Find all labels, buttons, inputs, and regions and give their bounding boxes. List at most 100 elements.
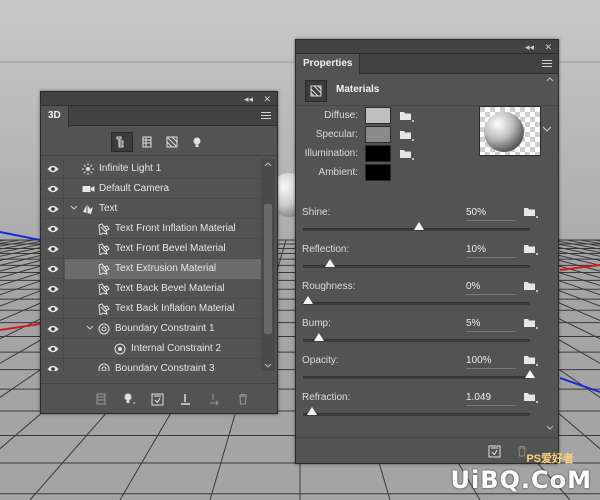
tab-3d[interactable]: 3D bbox=[41, 106, 69, 127]
visibility-eye-icon[interactable] bbox=[43, 319, 64, 339]
materials-header: Materials bbox=[296, 74, 558, 106]
slider-value-field[interactable]: 5% bbox=[466, 317, 516, 331]
watermark-caption: PS爱好者 bbox=[526, 453, 574, 465]
material-slider: Reflection: 10% bbox=[301, 243, 541, 279]
layer-row[interactable]: Text Front Inflation Material bbox=[43, 219, 263, 239]
layer-row[interactable]: Text bbox=[43, 199, 263, 219]
visibility-eye-icon[interactable] bbox=[43, 159, 64, 179]
layer-row[interactable]: Text Back Inflation Material bbox=[43, 299, 263, 319]
watermark-logo: UiBQ.CoM bbox=[450, 466, 592, 494]
slider-track[interactable] bbox=[303, 339, 530, 342]
render-icon[interactable] bbox=[486, 443, 502, 459]
scrollbar-thumb[interactable] bbox=[264, 204, 272, 334]
slider-track[interactable] bbox=[303, 413, 530, 416]
slider-thumb[interactable] bbox=[314, 333, 325, 341]
ground-plane-icon[interactable] bbox=[177, 391, 193, 407]
drop-to-ground-icon[interactable] bbox=[205, 391, 221, 407]
texture-folder-icon[interactable] bbox=[523, 317, 539, 331]
delete-icon[interactable] bbox=[235, 391, 251, 407]
layer-row[interactable]: Internal Constraint 2 bbox=[43, 339, 263, 359]
layer-row[interactable]: Boundary Constraint 1 bbox=[43, 319, 263, 339]
texture-folder-icon[interactable] bbox=[523, 243, 539, 257]
material-icon bbox=[97, 262, 111, 276]
layer-row[interactable]: Default Camera bbox=[43, 179, 263, 199]
layer-label: Default Camera bbox=[99, 183, 170, 194]
texture-folder-icon[interactable] bbox=[523, 206, 539, 220]
color-swatch[interactable] bbox=[365, 164, 391, 181]
material-color-row: Diffuse: bbox=[296, 107, 426, 125]
visibility-eye-icon[interactable] bbox=[43, 299, 64, 319]
3d-panel-titlebar[interactable]: ◂◂ ✕ bbox=[41, 92, 277, 106]
color-swatch[interactable] bbox=[365, 145, 391, 162]
visibility-eye-icon[interactable] bbox=[43, 199, 64, 219]
close-icon[interactable]: ✕ bbox=[544, 40, 552, 54]
slider-thumb[interactable] bbox=[325, 259, 336, 267]
light-filter-icon[interactable] bbox=[186, 132, 208, 152]
properties-scrollbar[interactable] bbox=[544, 76, 556, 461]
scroll-down-icon[interactable] bbox=[264, 363, 272, 369]
panel-menu-icon[interactable] bbox=[542, 60, 552, 68]
material-icon bbox=[97, 222, 111, 236]
layer-row[interactable]: Boundary Constraint 3 bbox=[43, 359, 263, 371]
scene-filter-icon[interactable] bbox=[111, 132, 133, 152]
layer-row[interactable]: Text Back Bevel Material bbox=[43, 279, 263, 299]
slider-thumb[interactable] bbox=[414, 222, 424, 230]
slider-value-field[interactable]: 10% bbox=[466, 243, 516, 257]
slider-label: Shine: bbox=[302, 207, 331, 218]
mesh-filter-icon[interactable] bbox=[136, 132, 158, 152]
slider-track[interactable] bbox=[303, 376, 530, 379]
material-slider: Roughness: 0% bbox=[301, 280, 541, 316]
material-filter-icon[interactable] bbox=[161, 132, 183, 152]
layer-row[interactable]: Text Front Bevel Material bbox=[43, 239, 263, 259]
layer-row[interactable]: Text Extrusion Material bbox=[43, 259, 263, 279]
collapse-icon[interactable]: ◂◂ bbox=[525, 40, 534, 54]
new-light-icon[interactable] bbox=[121, 391, 137, 407]
material-icon bbox=[97, 302, 111, 316]
scroll-up-icon[interactable] bbox=[264, 161, 272, 167]
texture-folder-icon[interactable] bbox=[523, 280, 539, 294]
texture-folder-icon[interactable] bbox=[399, 110, 415, 124]
slider-value-field[interactable]: 0% bbox=[466, 280, 516, 294]
close-icon[interactable]: ✕ bbox=[263, 92, 271, 106]
visibility-eye-icon[interactable] bbox=[43, 179, 64, 199]
slider-thumb[interactable] bbox=[307, 407, 318, 415]
material-color-row: Illumination: bbox=[296, 145, 426, 163]
collapse-icon[interactable]: ◂◂ bbox=[244, 92, 253, 106]
render-icon[interactable] bbox=[149, 391, 165, 407]
visibility-eye-icon[interactable] bbox=[43, 239, 64, 259]
scroll-up-icon[interactable] bbox=[546, 76, 554, 82]
visibility-eye-icon[interactable] bbox=[43, 339, 64, 359]
internal-constraint-icon bbox=[113, 342, 127, 356]
color-swatch[interactable] bbox=[365, 126, 391, 143]
properties-toolbar bbox=[296, 437, 558, 463]
chevron-down-icon[interactable] bbox=[85, 323, 95, 333]
slider-thumb[interactable] bbox=[525, 370, 535, 378]
slider-label: Reflection: bbox=[302, 244, 350, 255]
slider-value-field[interactable]: 100% bbox=[466, 354, 516, 368]
texture-folder-icon[interactable] bbox=[523, 391, 539, 405]
scroll-down-icon[interactable] bbox=[546, 425, 554, 431]
material-preview[interactable] bbox=[479, 106, 541, 156]
color-swatch[interactable] bbox=[365, 107, 391, 124]
texture-folder-icon[interactable] bbox=[523, 354, 539, 368]
panel-menu-icon[interactable] bbox=[261, 112, 271, 120]
tab-properties[interactable]: Properties bbox=[296, 54, 361, 75]
slider-thumb[interactable] bbox=[303, 296, 313, 304]
slider-value-field[interactable]: 50% bbox=[466, 206, 516, 220]
texture-folder-icon[interactable] bbox=[399, 129, 415, 143]
slider-track[interactable] bbox=[303, 265, 530, 268]
slider-track[interactable] bbox=[303, 302, 530, 305]
chevron-down-icon[interactable] bbox=[69, 203, 79, 213]
texture-folder-icon[interactable] bbox=[399, 148, 415, 162]
visibility-eye-icon[interactable] bbox=[43, 259, 64, 279]
visibility-eye-icon[interactable] bbox=[43, 279, 64, 299]
slider-value-field[interactable]: 1.049 bbox=[466, 391, 516, 405]
material-color-row: Specular: bbox=[296, 126, 426, 144]
visibility-eye-icon[interactable] bbox=[43, 359, 64, 371]
3d-layer-scrollbar[interactable] bbox=[261, 159, 275, 371]
infinite-light-icon bbox=[81, 162, 95, 176]
scene-settings-icon[interactable] bbox=[93, 391, 109, 407]
visibility-eye-icon[interactable] bbox=[43, 219, 64, 239]
properties-panel-titlebar[interactable]: ◂◂ ✕ bbox=[296, 40, 558, 54]
layer-row[interactable]: Infinite Light 1 bbox=[43, 159, 263, 179]
